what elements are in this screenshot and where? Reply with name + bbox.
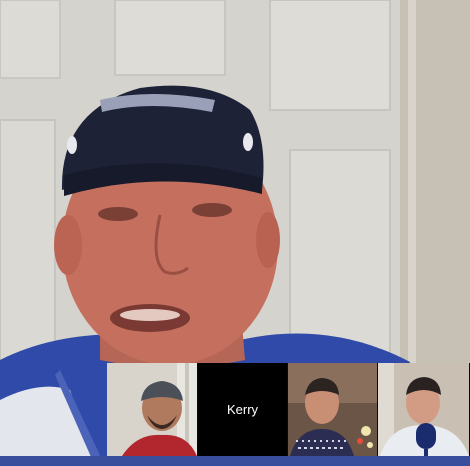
participant-tile-3[interactable] — [288, 363, 377, 456]
bottom-edge — [0, 456, 470, 466]
participant-tile-1[interactable] — [107, 363, 197, 456]
participant-name: Kerry — [226, 402, 259, 417]
participant-strip: Kerry — [107, 363, 470, 456]
participant-tile-4[interactable] — [378, 363, 469, 456]
participant-tile-2[interactable]: Kerry — [198, 363, 287, 456]
participant-3-video — [288, 363, 377, 456]
participant-1-video — [107, 363, 197, 456]
participant-4-video — [378, 363, 469, 456]
